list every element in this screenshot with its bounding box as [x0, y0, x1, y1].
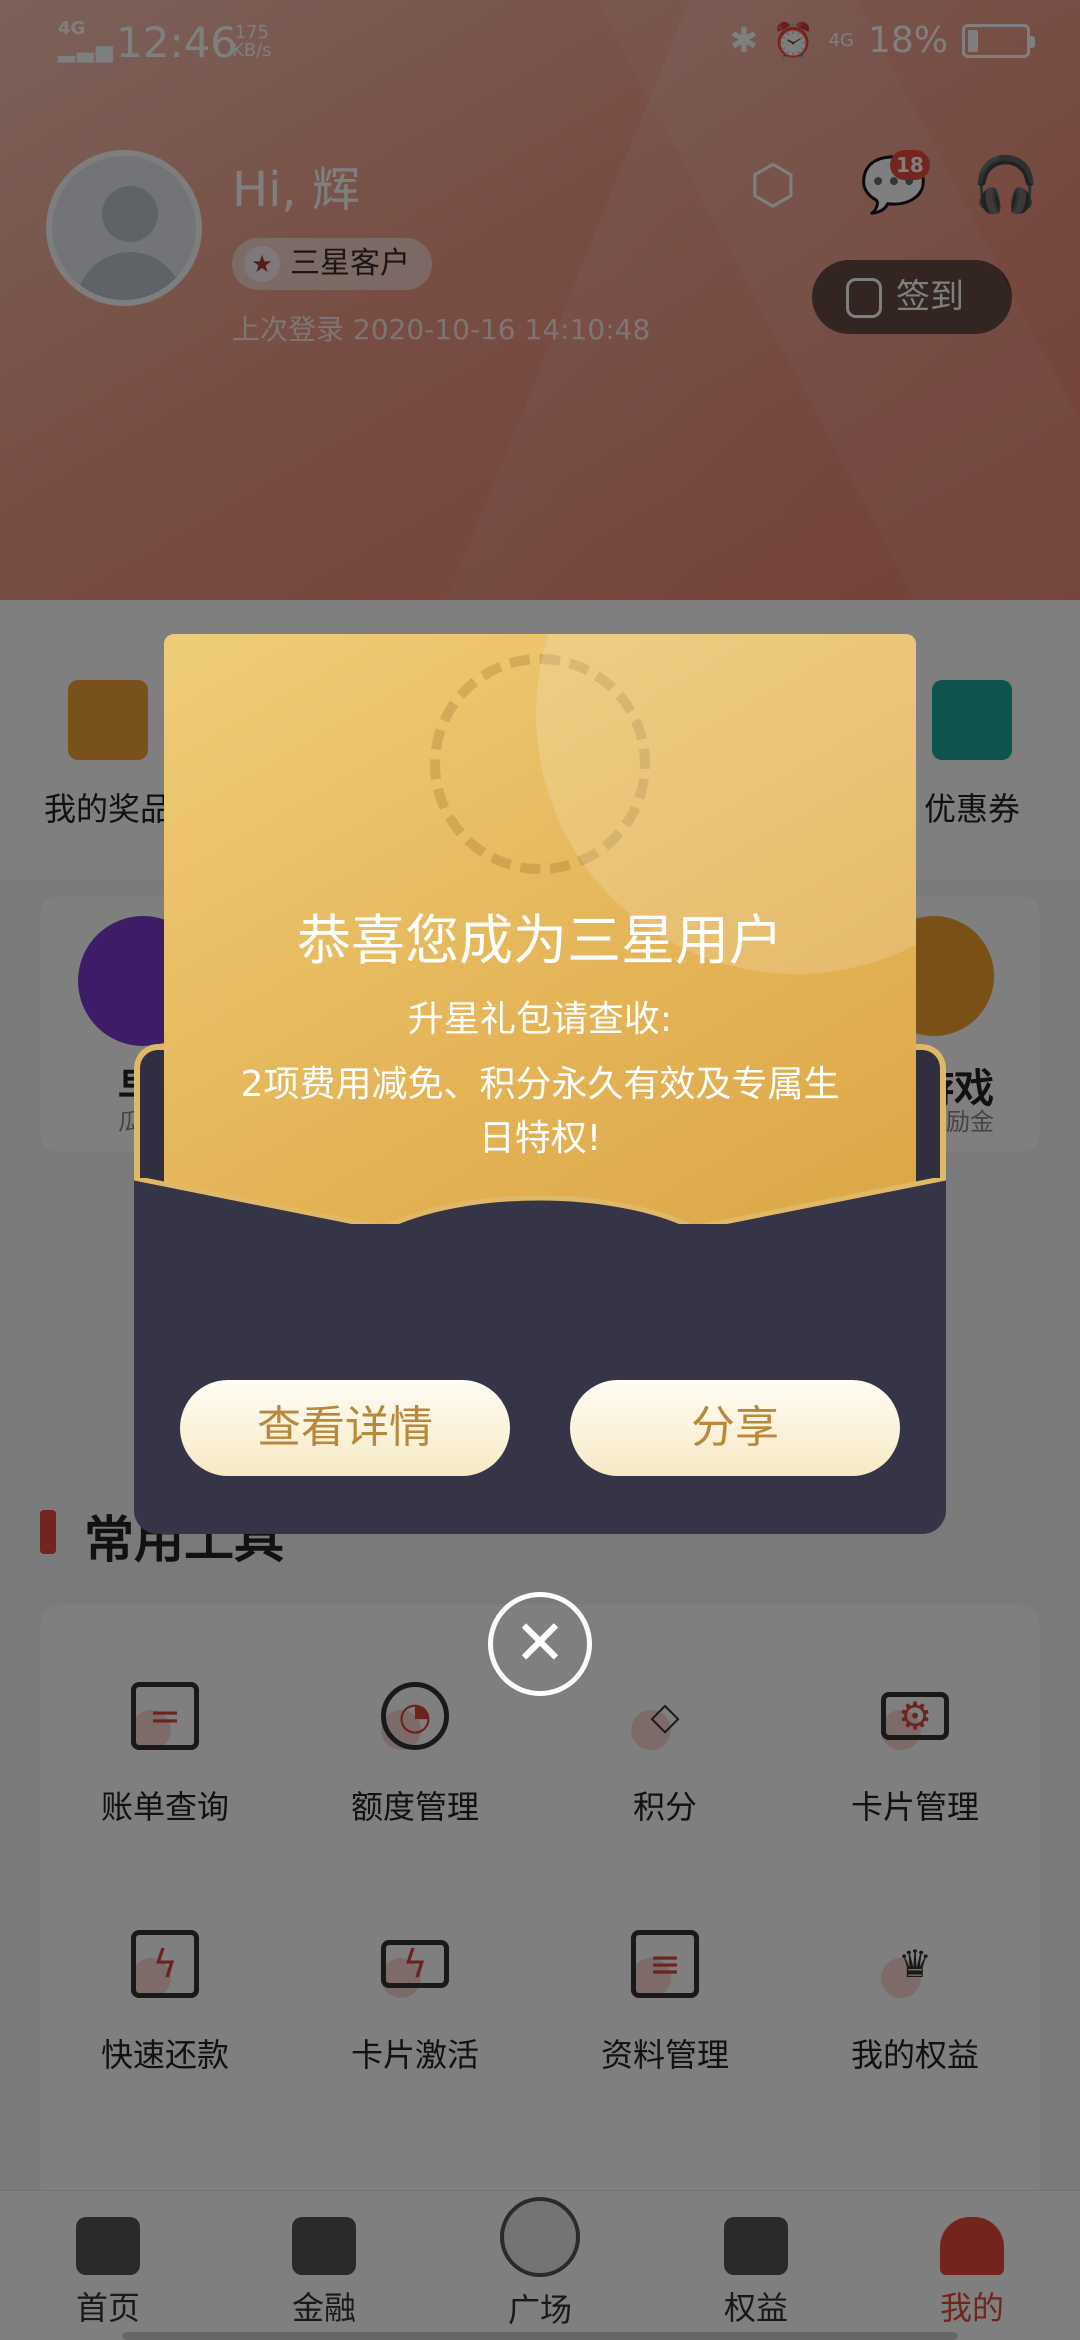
close-icon[interactable]: ✕ [488, 1592, 592, 1696]
loading-circle-icon [430, 654, 650, 874]
modal-subtitle: 升星礼包请查收: [407, 999, 673, 1040]
modal-description: 2项费用减免、积分永久有效及专属生日特权! [240, 1064, 840, 1159]
modal-title: 恭喜您成为三星用户 [297, 909, 783, 972]
view-details-button[interactable]: 查看详情 [180, 1380, 510, 1476]
share-button[interactable]: 分享 [570, 1380, 900, 1476]
envelope-front [134, 1224, 946, 1534]
upgrade-modal: 恭喜您成为三星用户 升星礼包请查收: 2项费用减免、积分永久有效及专属生日特权!… [134, 634, 946, 1534]
